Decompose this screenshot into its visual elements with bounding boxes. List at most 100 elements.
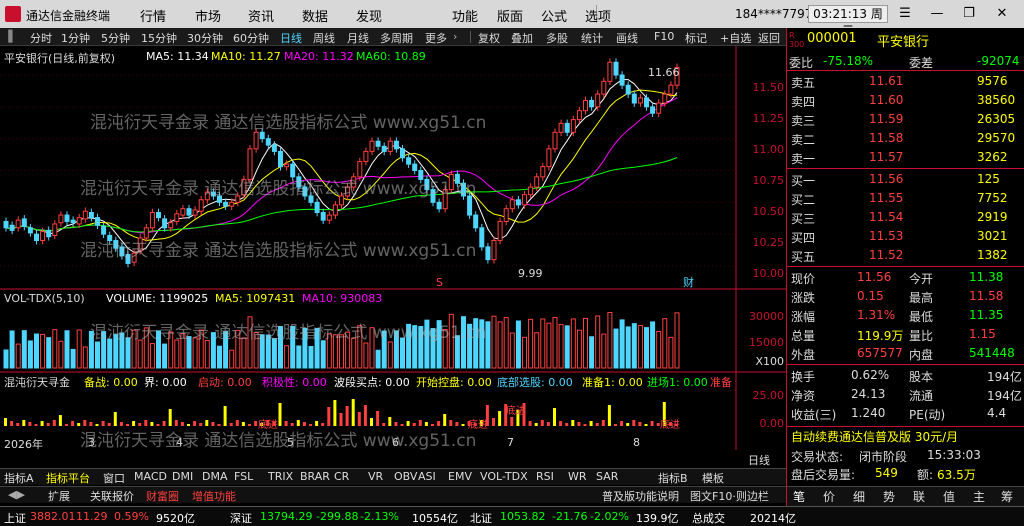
- menu-zixun[interactable]: 资讯: [248, 6, 274, 25]
- indicator-bar: [83, 420, 87, 426]
- indicator-tab[interactable]: MACD: [134, 470, 167, 483]
- tool-add-watchlist[interactable]: +自选: [720, 30, 751, 46]
- tab-bi[interactable]: 笔: [793, 488, 805, 505]
- indicator-tab[interactable]: 指标B: [658, 470, 688, 486]
- indicator-tab[interactable]: 指标A: [4, 470, 34, 486]
- tab-jia[interactable]: 价: [823, 488, 835, 505]
- indicator-tab[interactable]: 指标平台: [46, 470, 90, 486]
- indicator-tab[interactable]: RSI: [536, 470, 554, 483]
- menu-shuju[interactable]: 数据: [302, 6, 328, 25]
- indicator-tab[interactable]: TRIX: [268, 470, 293, 483]
- volume-bar: [174, 339, 180, 369]
- period-more[interactable]: 更多: [425, 30, 447, 46]
- tab-chou[interactable]: 筹: [1001, 488, 1013, 505]
- tool-tongji[interactable]: 统计: [581, 30, 603, 46]
- volume-bar: [308, 345, 314, 369]
- candle: [76, 217, 82, 225]
- indicator-tab[interactable]: VOL-TDX: [480, 470, 528, 483]
- tab-help[interactable]: 普及版功能说明: [602, 488, 679, 504]
- menu-xuanxiang[interactable]: 选项: [585, 6, 611, 25]
- tab-extend[interactable]: 扩展: [48, 488, 70, 504]
- tool-f10[interactable]: F10: [654, 30, 674, 43]
- candle: [180, 208, 186, 216]
- volume-bar: [515, 320, 521, 369]
- tool-back[interactable]: 返回: [758, 30, 780, 46]
- tab-xi[interactable]: 细: [853, 488, 865, 505]
- candle: [308, 195, 314, 203]
- tool-diejia[interactable]: 叠加: [511, 30, 533, 46]
- tool-fuquan[interactable]: 复权: [478, 30, 500, 46]
- stat-value: 11.58: [969, 289, 1004, 303]
- tab-f10-sidebar[interactable]: 图文F10·则边栏: [690, 488, 769, 504]
- menu-gongshi[interactable]: 公式: [541, 6, 567, 25]
- indicator-tab[interactable]: OBV: [394, 470, 417, 483]
- tab-wealth-circle[interactable]: 财富圈: [146, 488, 179, 504]
- chart-area[interactable]: 平安银行(日线,前复权) MA5: 11.34 MA10: 11.27 MA20…: [0, 46, 786, 451]
- indicator-tab[interactable]: WR: [568, 470, 587, 483]
- ind-value: 备战: 0.00: [84, 376, 138, 389]
- promo-banner[interactable]: 自动续费通达信普及版 30元/月: [787, 426, 1024, 444]
- tab-shi[interactable]: 势: [883, 488, 895, 505]
- period-1min[interactable]: 1分钟: [61, 30, 90, 46]
- volume-bar: [3, 349, 9, 369]
- indicator-tab[interactable]: SAR: [596, 470, 618, 483]
- user-id[interactable]: 184****7797: [735, 7, 812, 21]
- market-index-value: 深证: [230, 512, 252, 525]
- menu-faxian[interactable]: 发现: [356, 6, 382, 25]
- indicator-tab[interactable]: 模板: [702, 470, 724, 486]
- tab-lian[interactable]: 联: [913, 488, 925, 505]
- indicator-bar: [553, 408, 556, 426]
- period-daily[interactable]: 日线: [280, 30, 302, 46]
- menu-banmian[interactable]: 版面: [497, 6, 523, 25]
- indicator-tab[interactable]: BRAR: [300, 470, 330, 483]
- tool-duogu[interactable]: 多股: [546, 30, 568, 46]
- indicator-tab[interactable]: VR: [368, 470, 383, 483]
- indicator-bar: [577, 422, 581, 426]
- tab-value-added[interactable]: 增值功能: [192, 488, 236, 504]
- volume-bar: [339, 334, 344, 369]
- chevron-right-icon[interactable]: ›: [453, 30, 457, 43]
- volume-bar: [467, 323, 473, 369]
- vol-value: VOLUME: 1199025: [106, 292, 209, 305]
- period-weekly[interactable]: 周线: [313, 30, 335, 46]
- indicator-tab[interactable]: CR: [334, 470, 349, 483]
- close-icon[interactable]: ✕: [990, 3, 1014, 25]
- restore-icon[interactable]: ❐: [957, 3, 981, 25]
- tab-zhi[interactable]: 值: [943, 488, 955, 505]
- period-fenshi[interactable]: 分时: [30, 30, 52, 46]
- period-15min[interactable]: 15分钟: [141, 30, 177, 46]
- indicator-tab[interactable]: 窗口: [103, 470, 125, 486]
- indicator-bar: [4, 418, 7, 426]
- tool-huaxian[interactable]: 画线: [616, 30, 638, 46]
- expand-icon[interactable]: ◀▶: [8, 488, 25, 501]
- panel-divider: [787, 364, 1024, 365]
- promo-text[interactable]: 自动续费通达信普及版 30元/月: [791, 428, 958, 445]
- period-60min[interactable]: 60分钟: [233, 30, 269, 46]
- indicator-bar: [424, 422, 428, 426]
- indicator-tab[interactable]: ASI: [418, 470, 436, 483]
- menu-hangqing[interactable]: 行情: [140, 6, 166, 25]
- period-5min[interactable]: 5分钟: [101, 30, 130, 46]
- volume-bar: [393, 330, 399, 369]
- period-30min[interactable]: 30分钟: [187, 30, 223, 46]
- tool-biaoji[interactable]: 标记: [685, 30, 707, 46]
- volume-bar: [278, 326, 283, 369]
- period-multi[interactable]: 多周期: [380, 30, 413, 46]
- menu-shichang[interactable]: 市场: [195, 6, 221, 25]
- indicator-tab[interactable]: FSL: [234, 470, 253, 483]
- indicator-bar: [498, 411, 502, 426]
- finance-marker[interactable]: 财: [683, 274, 694, 290]
- indicator-tab[interactable]: DMI: [172, 470, 193, 483]
- menu-icon[interactable]: ☰: [893, 3, 917, 25]
- minimize-icon[interactable]: —: [925, 3, 949, 25]
- indicator-tab[interactable]: DMA: [202, 470, 228, 483]
- tab-related-quote[interactable]: 关联报价: [90, 488, 134, 504]
- period-monthly[interactable]: 月线: [347, 30, 369, 46]
- market-index-value: 9520亿: [156, 512, 195, 525]
- menu-gongneng[interactable]: 功能: [452, 6, 478, 25]
- ind-value: 准备1: 0.00: [582, 376, 643, 389]
- indicator-tab[interactable]: EMV: [448, 470, 472, 483]
- collapse-icon[interactable]: ▐: [4, 30, 12, 43]
- tab-zhu[interactable]: 主: [973, 488, 985, 505]
- bid-label: 买五: [791, 250, 816, 264]
